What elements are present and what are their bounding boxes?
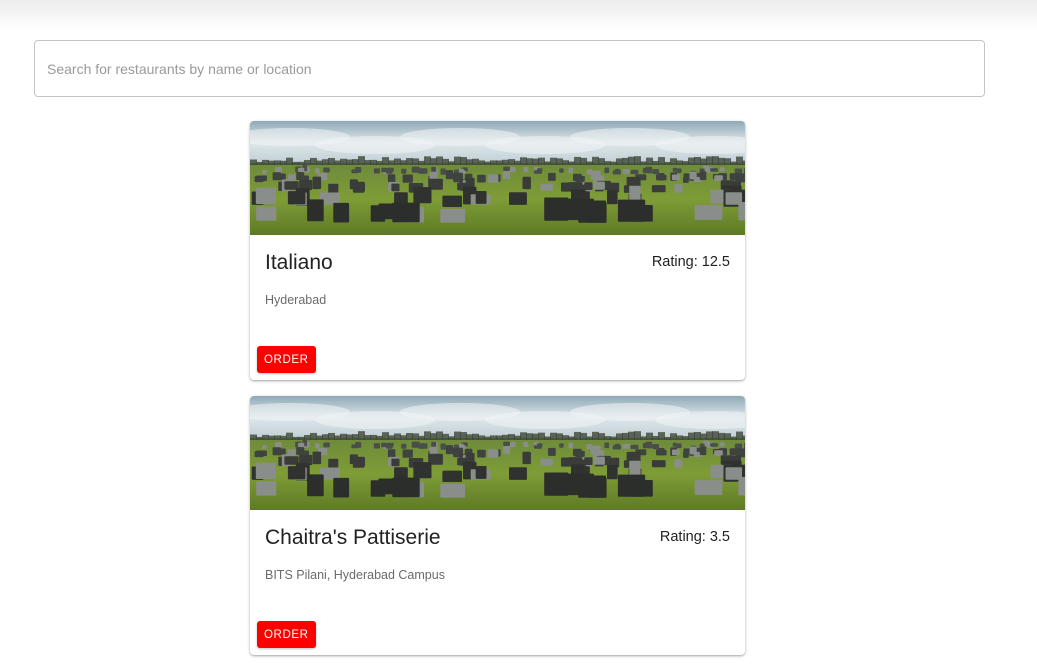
rating-label: Rating: <box>651 254 698 270</box>
restaurant-image <box>250 396 745 510</box>
field-image <box>250 396 745 510</box>
rating-value: 12.5 <box>701 254 730 270</box>
rating-label: Rating: <box>659 529 706 545</box>
top-app-bar <box>0 0 1037 30</box>
restaurant-name: Italiano <box>265 251 333 274</box>
order-button[interactable]: ORDER <box>257 346 316 373</box>
restaurant-location: Hyderabad <box>265 293 327 307</box>
restaurant-card-chaitras-pattiserie: Chaitra's Pattiserie Rating: 3.5 BITS Pil… <box>250 396 745 655</box>
restaurant-name: Chaitra's Pattiserie <box>265 526 441 549</box>
rating-value: 3.5 <box>709 529 730 545</box>
restaurant-list: Italiano Rating: 12.5 Hyderabad ORDER Cha… <box>250 121 745 671</box>
order-button[interactable]: ORDER <box>257 621 316 648</box>
restaurant-location: BITS Pilani, Hyderabad Campus <box>265 568 445 582</box>
restaurant-card-italiano: Italiano Rating: 12.5 Hyderabad ORDER <box>250 121 745 380</box>
restaurant-rating: Rating: 12.5 <box>652 254 730 270</box>
search-input[interactable] <box>47 41 967 96</box>
field-image <box>250 121 745 235</box>
restaurant-rating: Rating: 3.5 <box>660 529 730 545</box>
search-field[interactable] <box>34 40 985 97</box>
restaurant-image <box>250 121 745 235</box>
